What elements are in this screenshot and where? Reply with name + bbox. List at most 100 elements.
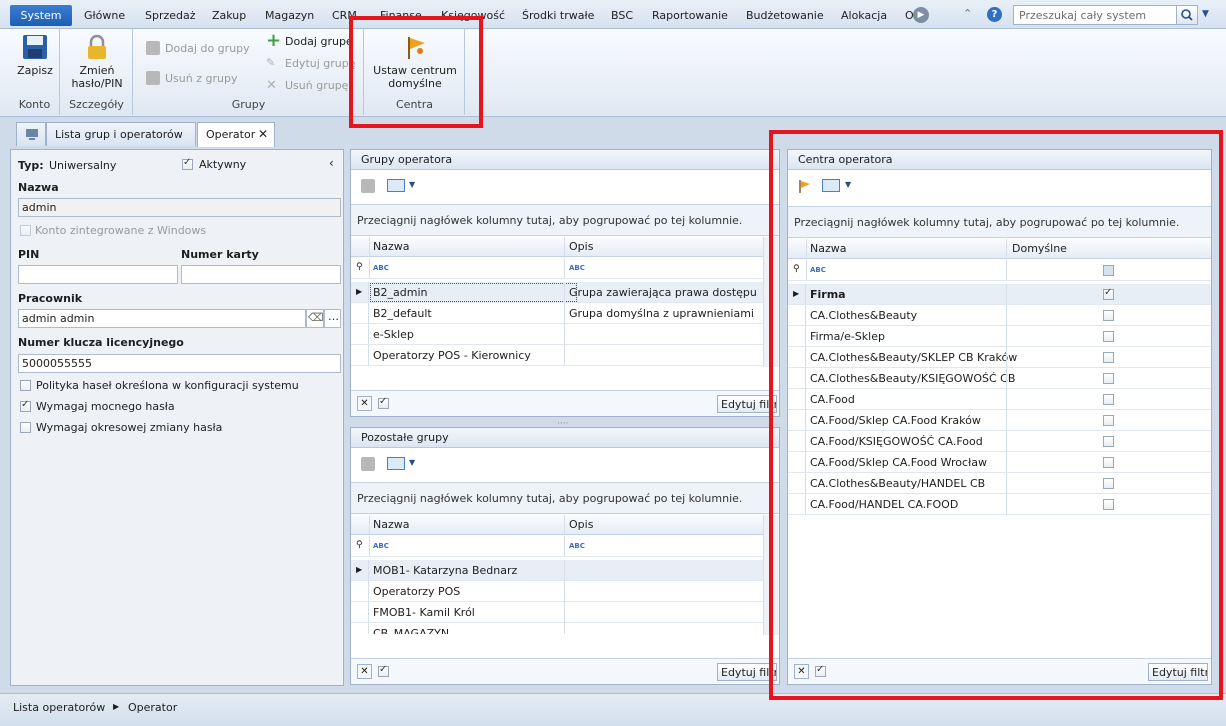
menu-alokacja[interactable]: Alokacja <box>841 9 887 22</box>
change-password-button[interactable]: Zmień hasło/PIN <box>65 33 129 90</box>
cell-name: B2_default <box>373 307 432 320</box>
ribbon: Zapisz Konto Zmień hasło/PIN Szczegóły D… <box>0 29 1226 117</box>
menu-srodki-trwale[interactable]: Środki trwałe <box>522 9 594 22</box>
select-employee-button[interactable]: … <box>324 309 341 328</box>
highlight-box-centers <box>769 130 1223 700</box>
ribbon-group-szczegoly: Zmień hasło/PIN Szczegóły <box>61 29 133 115</box>
column-description[interactable]: Opis <box>569 240 593 253</box>
breadcrumb-separator-icon: ▶ <box>113 702 120 711</box>
menu-magazyn[interactable]: Magazyn <box>265 9 314 22</box>
collapse-ribbon-icon[interactable]: ⌃ <box>963 7 972 20</box>
collapse-panel-icon[interactable]: ‹ <box>329 156 334 170</box>
password-policy-checkbox[interactable] <box>20 380 31 391</box>
edit-filter-button[interactable]: Edytuj filtr <box>717 663 777 681</box>
clear-filter-icon[interactable]: ✕ <box>357 396 372 411</box>
menu-system[interactable]: System <box>10 5 72 26</box>
panel-footer: ✕ Edytuj filtr <box>351 658 779 684</box>
eraser-icon: ⌫ <box>308 311 324 324</box>
table-row[interactable]: ▶ MOB1- Katarzyna Bednarz <box>351 560 763 581</box>
menu-bsc[interactable]: BSC <box>611 9 633 22</box>
cell-name: Operatorzy POS <box>373 585 461 598</box>
table-row[interactable]: CB_MAGAZYN <box>351 623 763 634</box>
add-to-group-icon <box>146 41 160 55</box>
license-key-field[interactable]: 5000055555 <box>18 354 341 373</box>
menu-zakup[interactable]: Zakup <box>212 9 246 22</box>
table-row[interactable]: B2_default Grupa domyślna z uprawnieniami… <box>351 303 763 324</box>
table-row[interactable]: Operatorzy POS - Kierownicy <box>351 345 763 366</box>
search-icon <box>1181 9 1193 21</box>
filter-text-icon: ABC <box>373 264 389 272</box>
cell-name: e-Sklep <box>373 328 414 341</box>
card-number-field[interactable] <box>181 265 341 284</box>
breadcrumb-operators[interactable]: Lista operatorów <box>13 701 105 714</box>
clear-employee-button[interactable]: ⌫ <box>306 309 324 328</box>
current-row-icon: ▶ <box>356 287 363 296</box>
add-group-button[interactable]: + Dodaj grupę <box>266 30 353 51</box>
pin-icon: ⚲ <box>356 262 363 272</box>
table-row[interactable]: Operatorzy POS <box>351 581 763 602</box>
edit-filter-button[interactable]: Edytuj filtr <box>717 395 777 413</box>
search-input[interactable]: Przeszukaj cały system <box>1013 5 1198 25</box>
cell-description: Grupa domyślna z uprawnieniami ... <box>569 307 758 320</box>
windows-account-checkbox[interactable] <box>20 225 31 236</box>
highlight-box-ribbon <box>349 16 483 128</box>
filter-text-icon: ABC <box>569 264 585 272</box>
menu-glowne[interactable]: Główne <box>84 9 125 22</box>
panel-footer: ✕ Edytuj filtr <box>351 390 779 416</box>
tab-group-list[interactable]: Lista grup i operatorów <box>46 122 196 146</box>
cell-name: CB_MAGAZYN <box>373 627 450 634</box>
column-name[interactable]: Nazwa <box>373 240 409 253</box>
operator-groups-panel: Grupy operatora ▼ Przeciągnij nagłówek k… <box>350 149 780 417</box>
close-tab-icon[interactable]: ✕ <box>258 127 268 141</box>
menu-scroll-right-icon[interactable]: ▶ <box>913 7 929 23</box>
wrench-icon: ✎ <box>266 56 276 69</box>
edit-group-button[interactable]: ✎ Edytuj grupę <box>266 56 356 70</box>
cell-name: B2_admin <box>370 283 577 302</box>
current-row-icon: ▶ <box>356 565 363 574</box>
search-button[interactable] <box>1176 5 1198 25</box>
filter-enabled-checkbox[interactable] <box>378 664 389 677</box>
monitor-icon <box>26 129 38 140</box>
remove-from-group-button[interactable]: Usuń z grupy <box>146 71 237 85</box>
strong-password-checkbox[interactable] <box>20 399 31 412</box>
cell-name: Operatorzy POS - Kierownicy <box>373 349 531 362</box>
padlock-icon <box>88 34 106 59</box>
name-field[interactable]: admin <box>18 198 341 217</box>
group-by-hint: Przeciągnij nagłówek kolumny tutaj, aby … <box>351 204 779 236</box>
panel-title: Grupy operatora <box>351 150 779 170</box>
tab-home[interactable] <box>16 122 46 146</box>
menu-bar: System Główne Sprzedaż Zakup Magazyn CRM… <box>0 0 1226 29</box>
delete-group-button[interactable]: ✕ Usuń grupę <box>266 78 348 93</box>
close-icon: ✕ <box>266 78 277 93</box>
active-checkbox[interactable] <box>182 157 193 170</box>
filter-enabled-checkbox[interactable] <box>378 396 389 409</box>
grid-view-icon[interactable] <box>387 179 405 192</box>
save-button[interactable]: Zapisz <box>12 33 58 77</box>
table-row[interactable]: FMOB1- Kamil Król <box>351 602 763 623</box>
employee-field[interactable]: admin admin <box>18 309 306 328</box>
ribbon-group-konto: Zapisz Konto <box>10 29 60 115</box>
help-icon[interactable]: ? <box>987 7 1002 22</box>
dropdown-arrow-icon[interactable]: ▼ <box>409 180 415 189</box>
ribbon-group-grupy: Dodaj do grupy Usuń z grupy + Dodaj grup… <box>134 29 364 115</box>
plus-icon: + <box>266 30 282 51</box>
clear-filter-icon[interactable]: ✕ <box>357 664 372 679</box>
table-row[interactable]: e-Sklep <box>351 324 763 345</box>
cell-name: FMOB1- Kamil Król <box>373 606 475 619</box>
periodic-change-checkbox[interactable] <box>20 422 31 433</box>
other-groups-panel: Pozostałe grupy ▼ Przeciągnij nagłówek k… <box>350 427 780 685</box>
pin-field[interactable] <box>18 265 178 284</box>
cell-description: Grupa zawierająca prawa dostępu ... <box>569 286 758 299</box>
operator-form: Typ: Uniwersalny Aktywny ‹ Nazwa admin K… <box>10 149 344 686</box>
menu-sprzedaz[interactable]: Sprzedaż <box>145 9 196 22</box>
search-options-icon[interactable]: ▼ <box>1202 9 1209 19</box>
filter-row[interactable]: ⚲ ABC ABC <box>351 258 763 279</box>
grid-header: Nazwa Opis <box>351 237 763 257</box>
tab-operator[interactable]: Operator ✕ <box>197 122 275 147</box>
move-group-icon[interactable] <box>361 179 375 193</box>
remove-from-group-icon <box>146 71 160 85</box>
table-row[interactable]: ▶ B2_admin Grupa zawierająca prawa dostępu… <box>351 282 763 303</box>
menu-budzetowanie[interactable]: Budżetowanie <box>746 9 824 22</box>
menu-raportowanie[interactable]: Raportowanie <box>652 9 728 22</box>
add-to-group-button[interactable]: Dodaj do grupy <box>146 41 250 55</box>
